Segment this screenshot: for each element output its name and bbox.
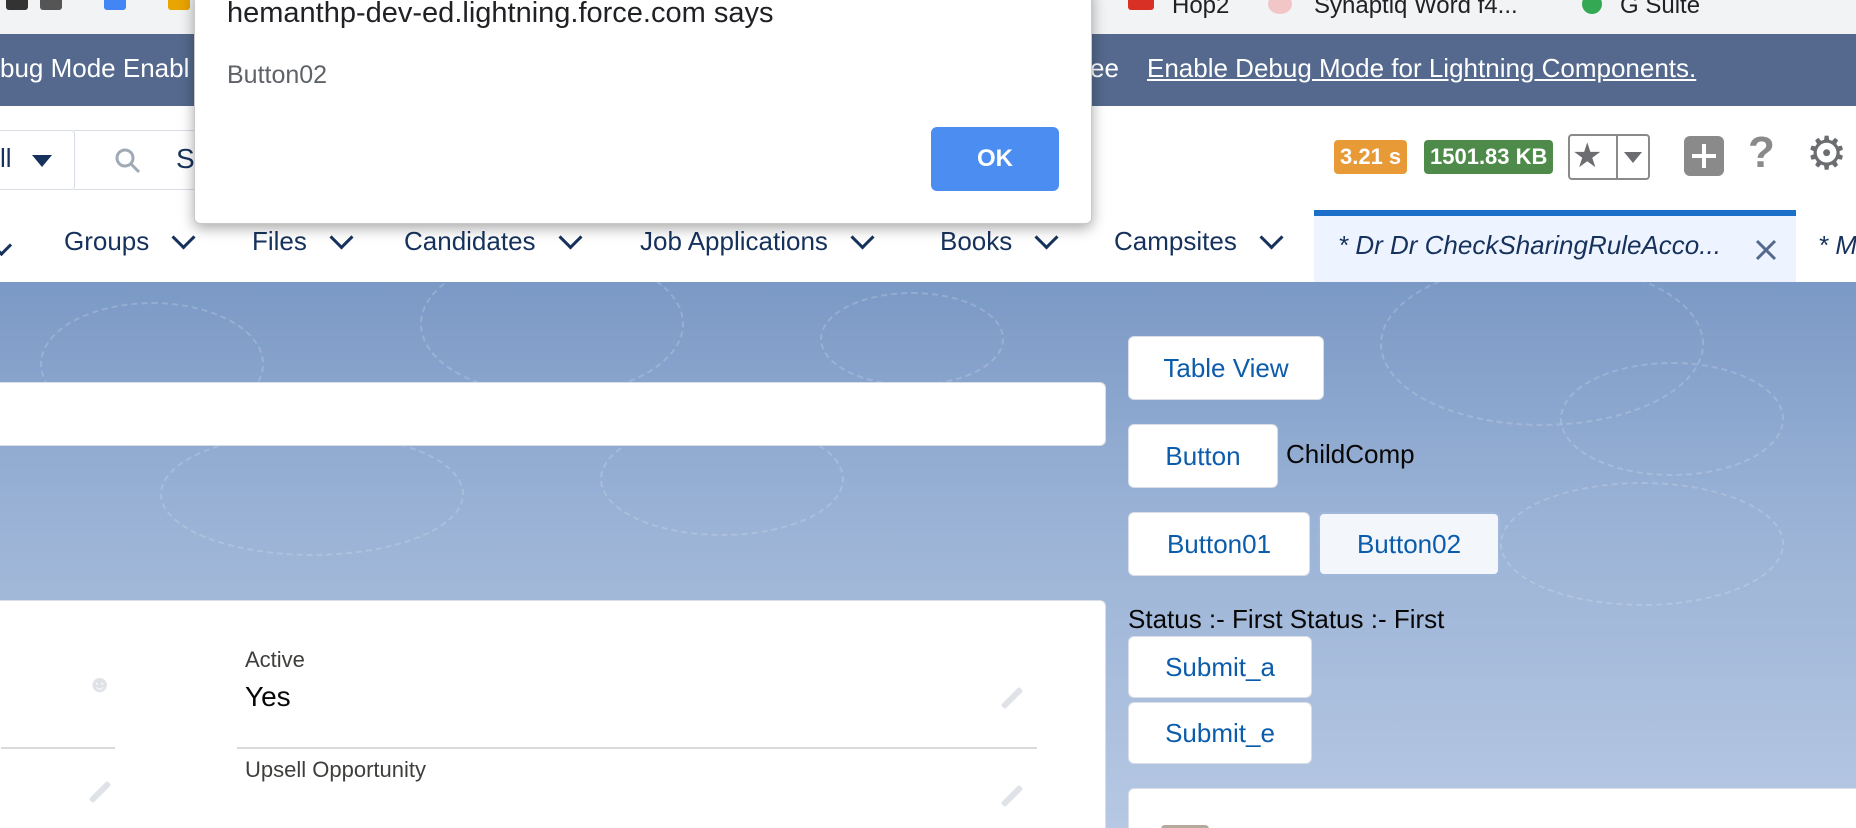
background-pattern — [160, 432, 464, 556]
synaptiq-icon[interactable] — [1268, 0, 1292, 14]
search-icon — [115, 148, 141, 174]
nav-item-label: Files — [252, 226, 307, 256]
status-text: Status :- First Status :- First — [1128, 604, 1445, 634]
nav-item-label: Candidates — [404, 226, 536, 256]
button02-button[interactable]: Button02 — [1318, 512, 1500, 576]
chevron-down-icon[interactable] — [850, 225, 875, 250]
chevron-down-icon[interactable] — [558, 225, 583, 250]
nav-item-job-applications[interactable]: Job Applications — [640, 225, 875, 257]
nav-item-groups[interactable]: Groups — [64, 225, 196, 257]
related-card — [1128, 788, 1856, 828]
github-icon[interactable] — [40, 0, 62, 10]
favorites-group: ★ — [1568, 134, 1650, 180]
button01-button[interactable]: Button01 — [1128, 512, 1310, 576]
close-icon[interactable] — [1754, 238, 1778, 262]
nav-item-label: Job Applications — [640, 226, 828, 256]
background-pattern — [420, 282, 684, 396]
submit-e-button[interactable]: Submit_e — [1128, 702, 1312, 764]
user-icon: ☻ — [87, 671, 113, 698]
highlights-panel — [0, 382, 1106, 446]
tab-active-label: * Dr Dr CheckSharingRuleAcco... — [1338, 230, 1721, 260]
chevron-down-icon[interactable] — [1259, 225, 1284, 250]
edit-pencil-icon[interactable] — [88, 780, 112, 804]
dialog-title: hemanthp-dev-ed.lightning.force.com says — [227, 0, 774, 29]
favorite-star-icon[interactable]: ★ — [1572, 136, 1602, 176]
nav-item-label: Books — [940, 226, 1013, 256]
chevron-down-icon[interactable] — [0, 234, 13, 257]
field-divider — [237, 747, 1037, 749]
enable-debug-link[interactable]: Enable Debug Mode for Lightning Componen… — [1147, 53, 1696, 84]
background-pattern — [1500, 482, 1784, 606]
edit-pencil-icon[interactable] — [1000, 784, 1024, 808]
search-scope-selector[interactable]: ll — [0, 130, 75, 190]
alert-dialog: hemanthp-dev-ed.lightning.force.com says… — [194, 0, 1092, 224]
docs-icon[interactable] — [104, 0, 126, 10]
bookmark-gsuite[interactable]: G Suite — [1620, 0, 1700, 20]
global-actions-icon[interactable] — [1684, 136, 1724, 176]
field-value-active: Yes — [245, 681, 291, 712]
nav-item-label: Campsites — [1114, 226, 1237, 256]
record-detail-card: ☻ Active Yes Upsell Opportunity — [0, 600, 1106, 828]
field-label-upsell: Upsell Opportunity — [245, 757, 426, 782]
debug-banner-text: bug Mode Enabl — [0, 53, 190, 83]
app-icon[interactable] — [6, 0, 28, 10]
chevron-down-icon — [32, 155, 52, 167]
folder-icon[interactable] — [1128, 0, 1154, 10]
search-input[interactable]: S — [74, 130, 205, 190]
timing-badge: 3.21 s — [1334, 140, 1408, 174]
table-view-button[interactable]: Table View — [1128, 336, 1324, 400]
gsuite-icon[interactable] — [1582, 0, 1602, 14]
chevron-down-icon[interactable] — [329, 225, 354, 250]
chevron-down-icon[interactable] — [1034, 225, 1059, 250]
page-content: ☻ Active Yes Upsell Opportunity Table Vi… — [0, 282, 1856, 828]
search-text: S — [176, 143, 195, 174]
background-pattern — [1560, 362, 1784, 476]
size-badge: 1501.83 KB — [1424, 140, 1554, 174]
bookmark-hop2[interactable]: Hop2 — [1172, 0, 1229, 20]
nav-item-campsites[interactable]: Campsites — [1114, 225, 1284, 257]
background-pattern — [820, 292, 1004, 386]
bookmark-synaptiq[interactable]: Synaptiq Word f4... — [1314, 0, 1518, 20]
button-button[interactable]: Button — [1128, 424, 1278, 488]
nav-item-label: Groups — [64, 226, 150, 256]
nav-item-candidates[interactable]: Candidates — [404, 225, 583, 257]
field-divider — [1, 747, 115, 749]
ok-button[interactable]: OK — [931, 127, 1059, 191]
favorites-dropdown-icon[interactable] — [1624, 152, 1642, 163]
tab-active-record[interactable]: * Dr Dr CheckSharingRuleAcco... — [1314, 210, 1796, 282]
debug-banner-text-end: ee — [1090, 53, 1119, 83]
tab-next-record[interactable]: * M — [1818, 230, 1856, 261]
child-comp-label: ChildComp — [1286, 439, 1415, 469]
edit-pencil-icon[interactable] — [1000, 686, 1024, 710]
submit-a-button[interactable]: Submit_a — [1128, 636, 1312, 698]
bookmark-icon[interactable] — [168, 0, 190, 10]
search-scope-label: ll — [0, 143, 12, 173]
help-icon[interactable]: ? — [1748, 128, 1775, 178]
field-label-active: Active — [245, 647, 305, 672]
nav-item-files[interactable]: Files — [252, 225, 354, 257]
plus-vertical — [1702, 144, 1706, 168]
divider — [1616, 136, 1618, 178]
gear-icon[interactable]: ⚙ — [1806, 126, 1847, 180]
dialog-message: Button02 — [227, 61, 328, 89]
chevron-down-icon[interactable] — [171, 225, 196, 250]
nav-item-books[interactable]: Books — [940, 225, 1059, 257]
